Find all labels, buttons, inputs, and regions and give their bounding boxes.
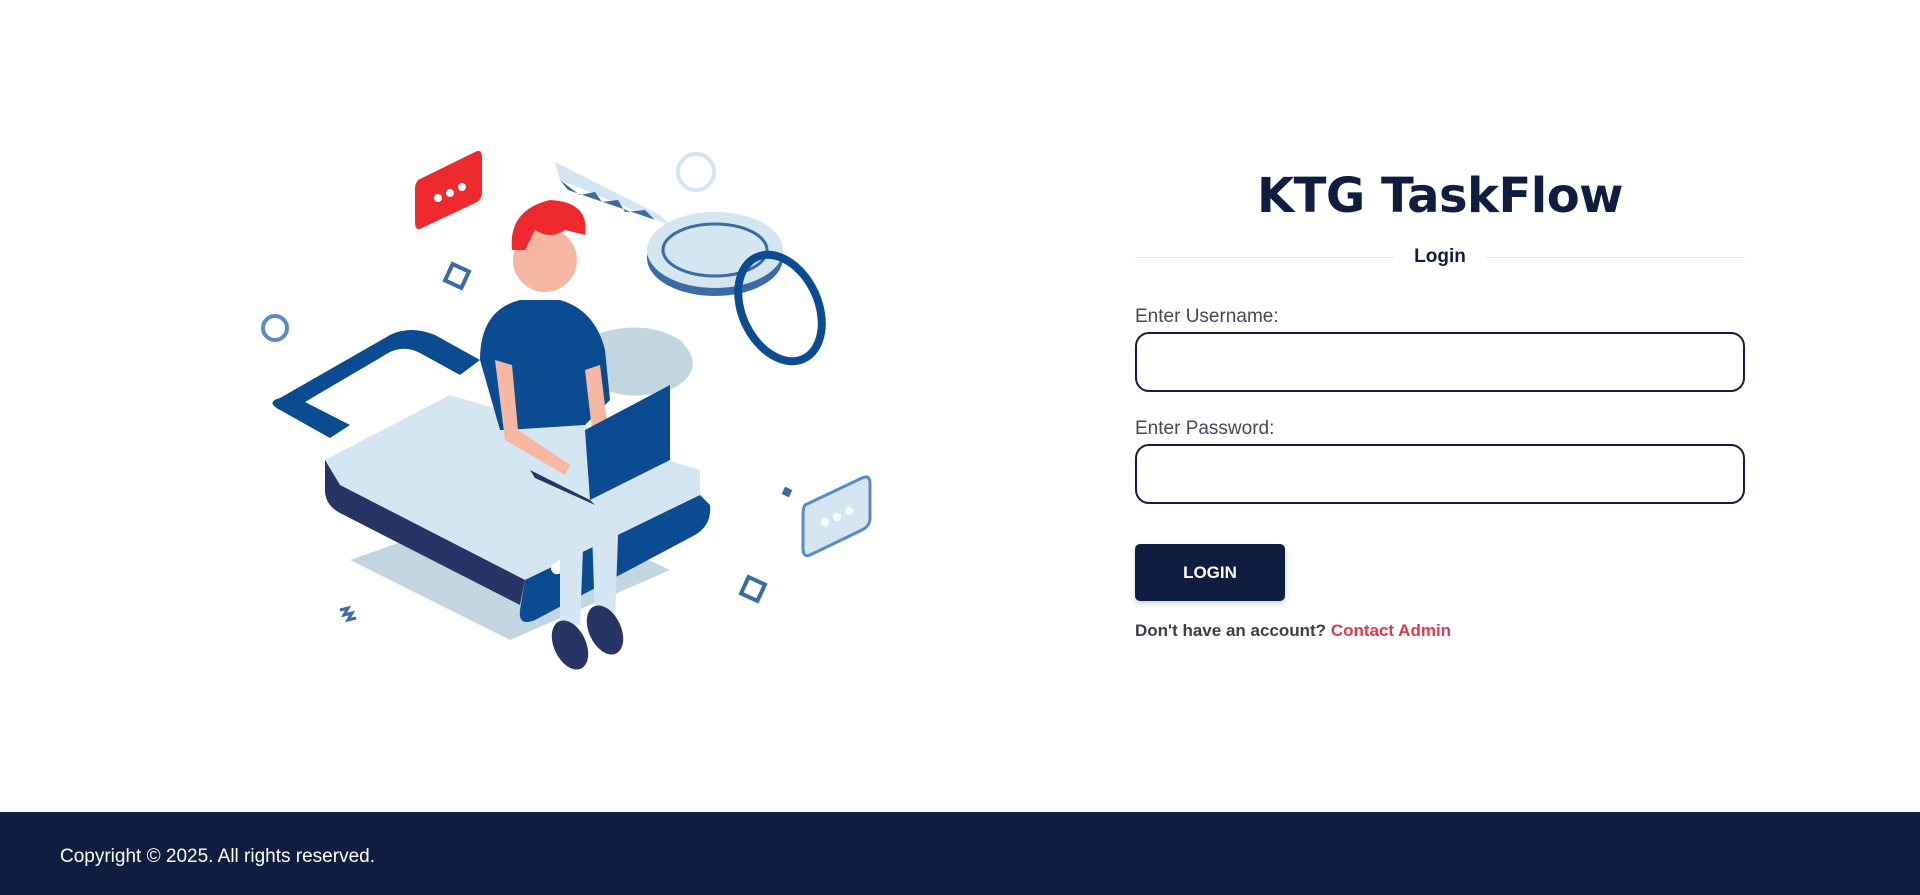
decor-circle bbox=[261, 314, 289, 342]
login-panel: KTG TaskFlow Login Enter Username: Enter… bbox=[1135, 160, 1746, 641]
decor-square bbox=[442, 261, 472, 291]
security-illustration bbox=[261, 150, 872, 670]
decor-circle bbox=[676, 152, 716, 192]
login-divider: Login bbox=[1135, 242, 1746, 272]
footer: Copyright © 2025. All rights reserved. bbox=[0, 812, 1920, 895]
signup-prompt-row: Don't have an account? Contact Admin bbox=[1135, 621, 1745, 641]
divider-line bbox=[1485, 256, 1746, 258]
username-input[interactable] bbox=[1135, 332, 1745, 392]
app-title: KTG TaskFlow bbox=[1256, 168, 1624, 224]
login-illustration bbox=[250, 140, 890, 680]
chat-bubble-icon bbox=[801, 475, 872, 558]
copyright-text: Copyright © 2025. All rights reserved. bbox=[60, 846, 375, 867]
password-input[interactable] bbox=[1135, 444, 1745, 504]
password-label: Enter Password: bbox=[1135, 418, 1275, 439]
signup-prompt: Don't have an account? bbox=[1135, 621, 1327, 640]
chat-bubble-icon bbox=[415, 150, 482, 230]
contact-admin-link[interactable]: Contact Admin bbox=[1331, 621, 1451, 640]
decor-zigzag bbox=[339, 605, 357, 623]
decor-square bbox=[738, 574, 768, 604]
login-button[interactable]: LOGIN bbox=[1135, 544, 1285, 601]
login-heading: Login bbox=[1414, 246, 1466, 267]
divider-line bbox=[1135, 256, 1395, 258]
username-label: Enter Username: bbox=[1135, 306, 1279, 327]
